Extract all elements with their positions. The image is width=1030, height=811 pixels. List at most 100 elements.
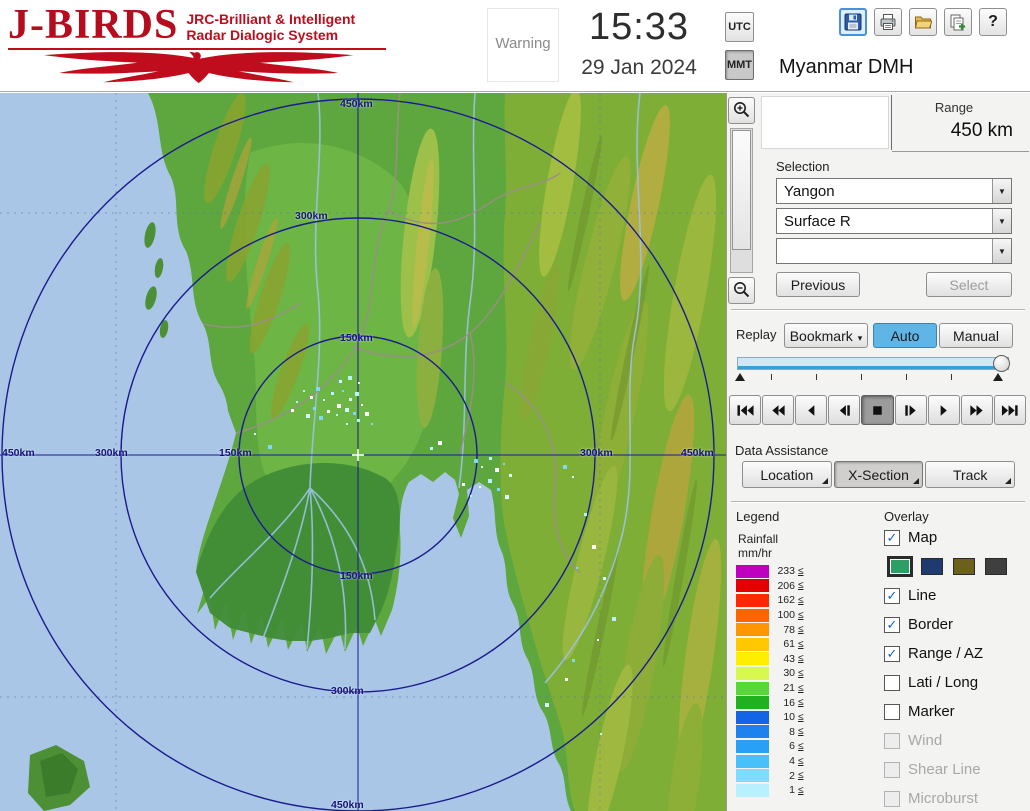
logo-subtitle-2: Radar Dialogic System: [186, 27, 355, 43]
radar-echo: [361, 404, 363, 406]
range-underline: [892, 151, 1029, 152]
data-assist-x-section-button[interactable]: X-Section: [834, 461, 924, 488]
map-color-swatch-1[interactable]: [921, 558, 943, 575]
legend-color-swatch: [736, 769, 769, 782]
legend-unit-rainfall: Rainfall: [738, 532, 778, 546]
bookmark-button[interactable]: Bookmark▾: [784, 323, 868, 348]
zoom-out-button[interactable]: [728, 277, 755, 304]
product-dropdown[interactable]: Surface R ▼: [776, 208, 1012, 234]
data-assist-location-button[interactable]: Location: [742, 461, 832, 488]
legend-row: 206≤: [736, 579, 856, 594]
radar-echo: [348, 376, 352, 380]
radar-echo: [357, 419, 360, 422]
radar-echo: [479, 486, 481, 488]
playback-step-back-button[interactable]: [828, 395, 860, 425]
dropdown-arrow-icon[interactable]: ▼: [992, 239, 1011, 263]
slider-tick: [771, 374, 772, 380]
legend-value: 16: [769, 697, 795, 709]
mmt-button[interactable]: MMT: [725, 50, 754, 80]
legend-operator: ≤: [798, 610, 804, 621]
checkbox-lati-long[interactable]: [884, 675, 900, 691]
replay-slider-track[interactable]: [737, 357, 1009, 370]
dropdown-arrow-icon[interactable]: ▼: [992, 179, 1011, 203]
logo-title: J-BIRDS: [8, 3, 178, 47]
overlay-row-map: ✓ Map: [884, 523, 1030, 552]
legend-value: 233: [769, 565, 795, 577]
checkbox-map[interactable]: ✓: [884, 530, 900, 546]
slider-end-marker: [993, 373, 1003, 381]
fast-forward-icon: [968, 405, 985, 416]
overlay-label: Line: [908, 587, 936, 604]
legend-row: 100≤: [736, 608, 856, 623]
legend-row: 162≤: [736, 593, 856, 608]
map-color-swatch-3[interactable]: [985, 558, 1007, 575]
zoom-scrollbar[interactable]: [730, 128, 753, 273]
radar-echo: [358, 382, 360, 384]
playback-fast-forward-button[interactable]: [961, 395, 993, 425]
playback-first-button[interactable]: [729, 395, 761, 425]
zoom-scrollbar-thumb[interactable]: [732, 130, 751, 250]
radar-echo: [303, 390, 305, 392]
radar-echo: [572, 476, 574, 478]
extra-dropdown[interactable]: ▼: [776, 238, 1012, 264]
zoom-in-button[interactable]: [728, 97, 755, 124]
checkbox-marker[interactable]: [884, 704, 900, 720]
radar-echo: [495, 468, 499, 472]
dropdown-arrow-icon[interactable]: ▼: [992, 209, 1011, 233]
separator: [731, 501, 1025, 503]
legend-color-swatch: [736, 579, 769, 592]
playback-step-forward-button[interactable]: [895, 395, 927, 425]
export-button[interactable]: [944, 8, 972, 36]
overlay-label: Lati / Long: [908, 674, 978, 691]
legend-color-swatch: [736, 696, 769, 709]
range-ring-label: 450km: [2, 447, 35, 459]
select-button[interactable]: Select: [926, 272, 1012, 297]
status-box: [761, 96, 889, 149]
auto-mode-button[interactable]: Auto: [873, 323, 937, 348]
overlay-label: Shear Line: [908, 761, 981, 778]
step-forward-icon: [902, 405, 919, 416]
radar-echo: [316, 387, 320, 391]
save-button[interactable]: [839, 8, 867, 36]
radar-echo: [488, 479, 492, 483]
print-button[interactable]: [874, 8, 902, 36]
checkbox-shear-line: [884, 762, 900, 778]
radar-echo: [597, 639, 599, 641]
radar-echo: [603, 577, 606, 580]
radar-echo: [474, 459, 478, 463]
checkbox-border[interactable]: ✓: [884, 617, 900, 633]
playback-play-reverse-button[interactable]: [795, 395, 827, 425]
slider-tick: [906, 374, 907, 380]
overlay-label: Map: [908, 529, 937, 546]
playback-fast-rewind-button[interactable]: [762, 395, 794, 425]
replay-slider-knob[interactable]: [993, 355, 1010, 372]
map-color-swatch-0[interactable]: [889, 558, 911, 575]
range-ring-label: 300km: [95, 447, 128, 459]
checkbox-line[interactable]: ✓: [884, 588, 900, 604]
legend-value: 10: [769, 711, 795, 723]
manual-mode-button[interactable]: Manual: [939, 323, 1013, 348]
map-color-swatch-2[interactable]: [953, 558, 975, 575]
last-icon: [1001, 405, 1018, 416]
playback-last-button[interactable]: [994, 395, 1026, 425]
help-button[interactable]: ?: [979, 8, 1007, 36]
legend-value: 6: [769, 740, 795, 752]
legend-value: 43: [769, 653, 795, 665]
legend-value: 78: [769, 624, 795, 636]
overlay-title: Overlay: [884, 509, 929, 524]
previous-button[interactable]: Previous: [776, 272, 860, 297]
legend-color-swatch: [736, 609, 769, 622]
range-ring-label: 150km: [219, 447, 252, 459]
legend-row: 10≤: [736, 710, 856, 725]
playback-play-button[interactable]: [928, 395, 960, 425]
warning-indicator[interactable]: Warning: [487, 8, 559, 82]
site-dropdown[interactable]: Yangon ▼: [776, 178, 1012, 204]
utc-button[interactable]: UTC: [725, 12, 754, 42]
checkbox-range-az[interactable]: ✓: [884, 646, 900, 662]
range-label: Range: [899, 100, 1009, 115]
radar-echo: [342, 390, 344, 392]
playback-stop-button[interactable]: [861, 395, 893, 425]
data-assist-track-button[interactable]: Track: [925, 461, 1015, 488]
radar-map[interactable]: 450km300km150km150km300km450km450km300km…: [0, 93, 726, 811]
open-folder-button[interactable]: [909, 8, 937, 36]
